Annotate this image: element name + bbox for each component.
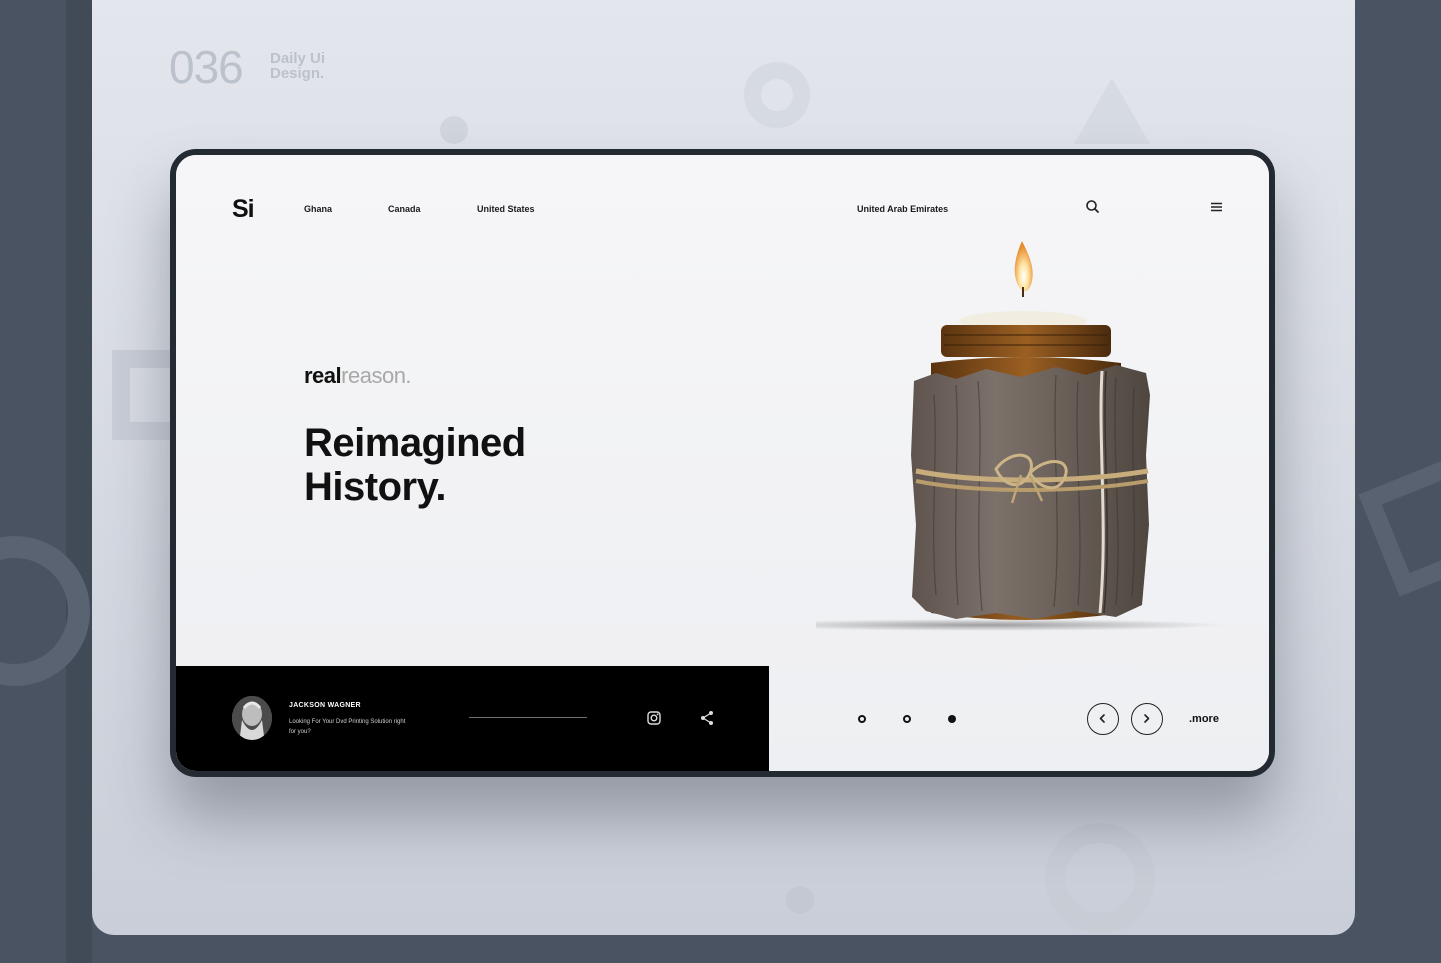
- decorative-ring: [744, 62, 810, 128]
- decorative-square-outer: [1358, 453, 1441, 597]
- subtitle-line-2: Design.: [270, 65, 325, 82]
- carousel-dot-2[interactable]: [903, 715, 911, 723]
- nav-item-canada[interactable]: Canada: [388, 204, 421, 214]
- search-icon[interactable]: [1083, 197, 1103, 217]
- author-divider: [469, 717, 587, 718]
- shot-counter: 036: [169, 41, 244, 93]
- share-icon[interactable]: [698, 709, 716, 727]
- chevron-right-icon: [1144, 714, 1150, 723]
- hamburger-menu-icon[interactable]: [1207, 197, 1227, 217]
- author-name: JACKSON WAGNER: [289, 702, 361, 709]
- author-bar: JACKSON WAGNER Looking For Your Dvd Prin…: [176, 666, 769, 771]
- author-description: Looking For Your Dvd Printing Solution r…: [289, 719, 406, 735]
- carousel-dot-1[interactable]: [858, 715, 866, 723]
- outer-edge-shadow: [66, 0, 92, 963]
- website-mockup-frame: Si Ghana Canada United States United Ara…: [170, 149, 1275, 777]
- instagram-icon[interactable]: [645, 709, 663, 727]
- subtitle-line-1: Daily Ui: [270, 50, 326, 67]
- tagline-light: reason.: [341, 363, 412, 388]
- carousel-next-button[interactable]: [1131, 703, 1163, 735]
- nav-item-united-arab-emirates[interactable]: United Arab Emirates: [857, 204, 948, 214]
- decorative-dot-bottom: [786, 886, 814, 914]
- hero-headline: Reimagined History.: [304, 421, 526, 509]
- headline-line-2: History.: [304, 465, 446, 509]
- carousel-dot-3[interactable]: [948, 715, 956, 723]
- site-logo[interactable]: Si: [232, 195, 255, 224]
- chevron-left-icon: [1099, 714, 1105, 723]
- bark-candle-jar-image: [816, 241, 1226, 631]
- hero-tagline: realreason.: [304, 363, 412, 389]
- nav-item-ghana[interactable]: Ghana: [304, 204, 332, 214]
- decorative-triangle: [1074, 78, 1150, 144]
- decorative-ring-bottom: [1045, 823, 1155, 933]
- nav-item-united-states[interactable]: United States: [477, 204, 535, 214]
- tagline-bold: real: [304, 363, 342, 388]
- decorative-dot: [440, 116, 468, 144]
- carousel-prev-button[interactable]: [1087, 703, 1119, 735]
- more-link[interactable]: .more: [1189, 713, 1219, 725]
- headline-line-1: Reimagined: [304, 421, 526, 465]
- author-avatar: [232, 696, 272, 740]
- website-page: Si Ghana Canada United States United Ara…: [176, 155, 1269, 771]
- shot-subtitle: Daily Ui Design.: [270, 51, 350, 81]
